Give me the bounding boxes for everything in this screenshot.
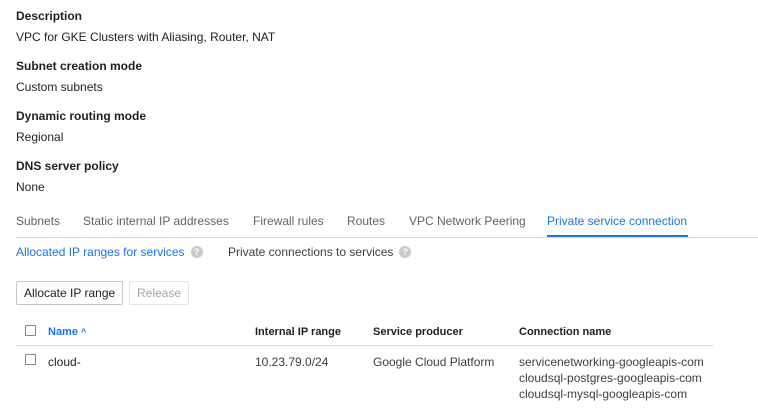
table-header-row: Name ^ Internal IP range Service producer… — [16, 318, 714, 346]
column-header-name[interactable]: Name ^ — [48, 326, 86, 338]
subnet-mode-field: Subnet creation mode Custom subnets — [16, 59, 142, 94]
sort-ascending-icon: ^ — [80, 327, 87, 337]
select-all-checkbox[interactable] — [25, 325, 36, 336]
row-internal-ip-range: 10.23.79.0/24 — [255, 355, 329, 369]
subtab-private-connections-label: Private connections to services — [228, 245, 394, 259]
routing-mode-label: Dynamic routing mode — [16, 109, 147, 123]
description-field: Description VPC for GKE Clusters with Al… — [16, 9, 275, 44]
tab-static-internal-ip[interactable]: Static internal IP addresses — [83, 214, 229, 228]
tab-routes[interactable]: Routes — [347, 214, 385, 228]
connection-name: cloudsql-mysql-googleapis-com — [519, 387, 688, 401]
column-header-internal-ip-range: Internal IP range — [255, 326, 341, 338]
description-label: Description — [16, 9, 83, 23]
tab-subnets[interactable]: Subnets — [16, 214, 60, 228]
dns-policy-field: DNS server policy None — [16, 159, 119, 194]
column-header-service-producer: Service producer — [373, 326, 463, 338]
row-checkbox[interactable] — [25, 354, 36, 365]
row-name[interactable]: cloud- — [48, 354, 81, 370]
table-row: cloud- 10.23.79.0/24 Google Cloud Platfo… — [16, 347, 714, 409]
tab-private-service-connection[interactable]: Private service connection — [547, 214, 687, 228]
tab-vpc-network-peering[interactable]: VPC Network Peering — [409, 214, 526, 228]
subnet-mode-value: Custom subnets — [16, 80, 103, 94]
dns-policy-value: None — [16, 180, 45, 194]
help-icon[interactable]: ? — [190, 245, 203, 258]
help-icon[interactable]: ? — [399, 245, 412, 258]
subtab-allocated-ip-ranges-label: Allocated IP ranges for services — [16, 245, 185, 259]
connection-name: servicenetworking-googleapis-com — [519, 355, 704, 369]
description-value: VPC for GKE Clusters with Aliasing, Rout… — [16, 30, 276, 44]
subtab-allocated-ip-ranges[interactable]: Allocated IP ranges for services? — [16, 245, 203, 259]
active-tab-indicator — [547, 235, 688, 237]
network-tabs: Subnets Static internal IP addresses Fir… — [16, 206, 758, 238]
column-header-name-label: Name — [48, 326, 78, 338]
subnet-mode-label: Subnet creation mode — [16, 59, 143, 73]
row-service-producer: Google Cloud Platform — [373, 355, 495, 369]
connection-name: cloudsql-postgres-googleapis-com — [519, 371, 702, 385]
subtab-private-connections[interactable]: Private connections to services? — [228, 245, 412, 259]
tab-firewall-rules[interactable]: Firewall rules — [253, 214, 324, 228]
routing-mode-value: Regional — [16, 130, 64, 144]
column-header-connection-name: Connection name — [519, 326, 612, 338]
release-button[interactable]: Release — [129, 281, 190, 305]
row-connection-names: servicenetworking-googleapis-com cloudsq… — [519, 354, 704, 402]
allocate-ip-range-button[interactable]: Allocate IP range — [16, 281, 124, 305]
dns-policy-label: DNS server policy — [16, 159, 119, 173]
routing-mode-field: Dynamic routing mode Regional — [16, 109, 146, 144]
